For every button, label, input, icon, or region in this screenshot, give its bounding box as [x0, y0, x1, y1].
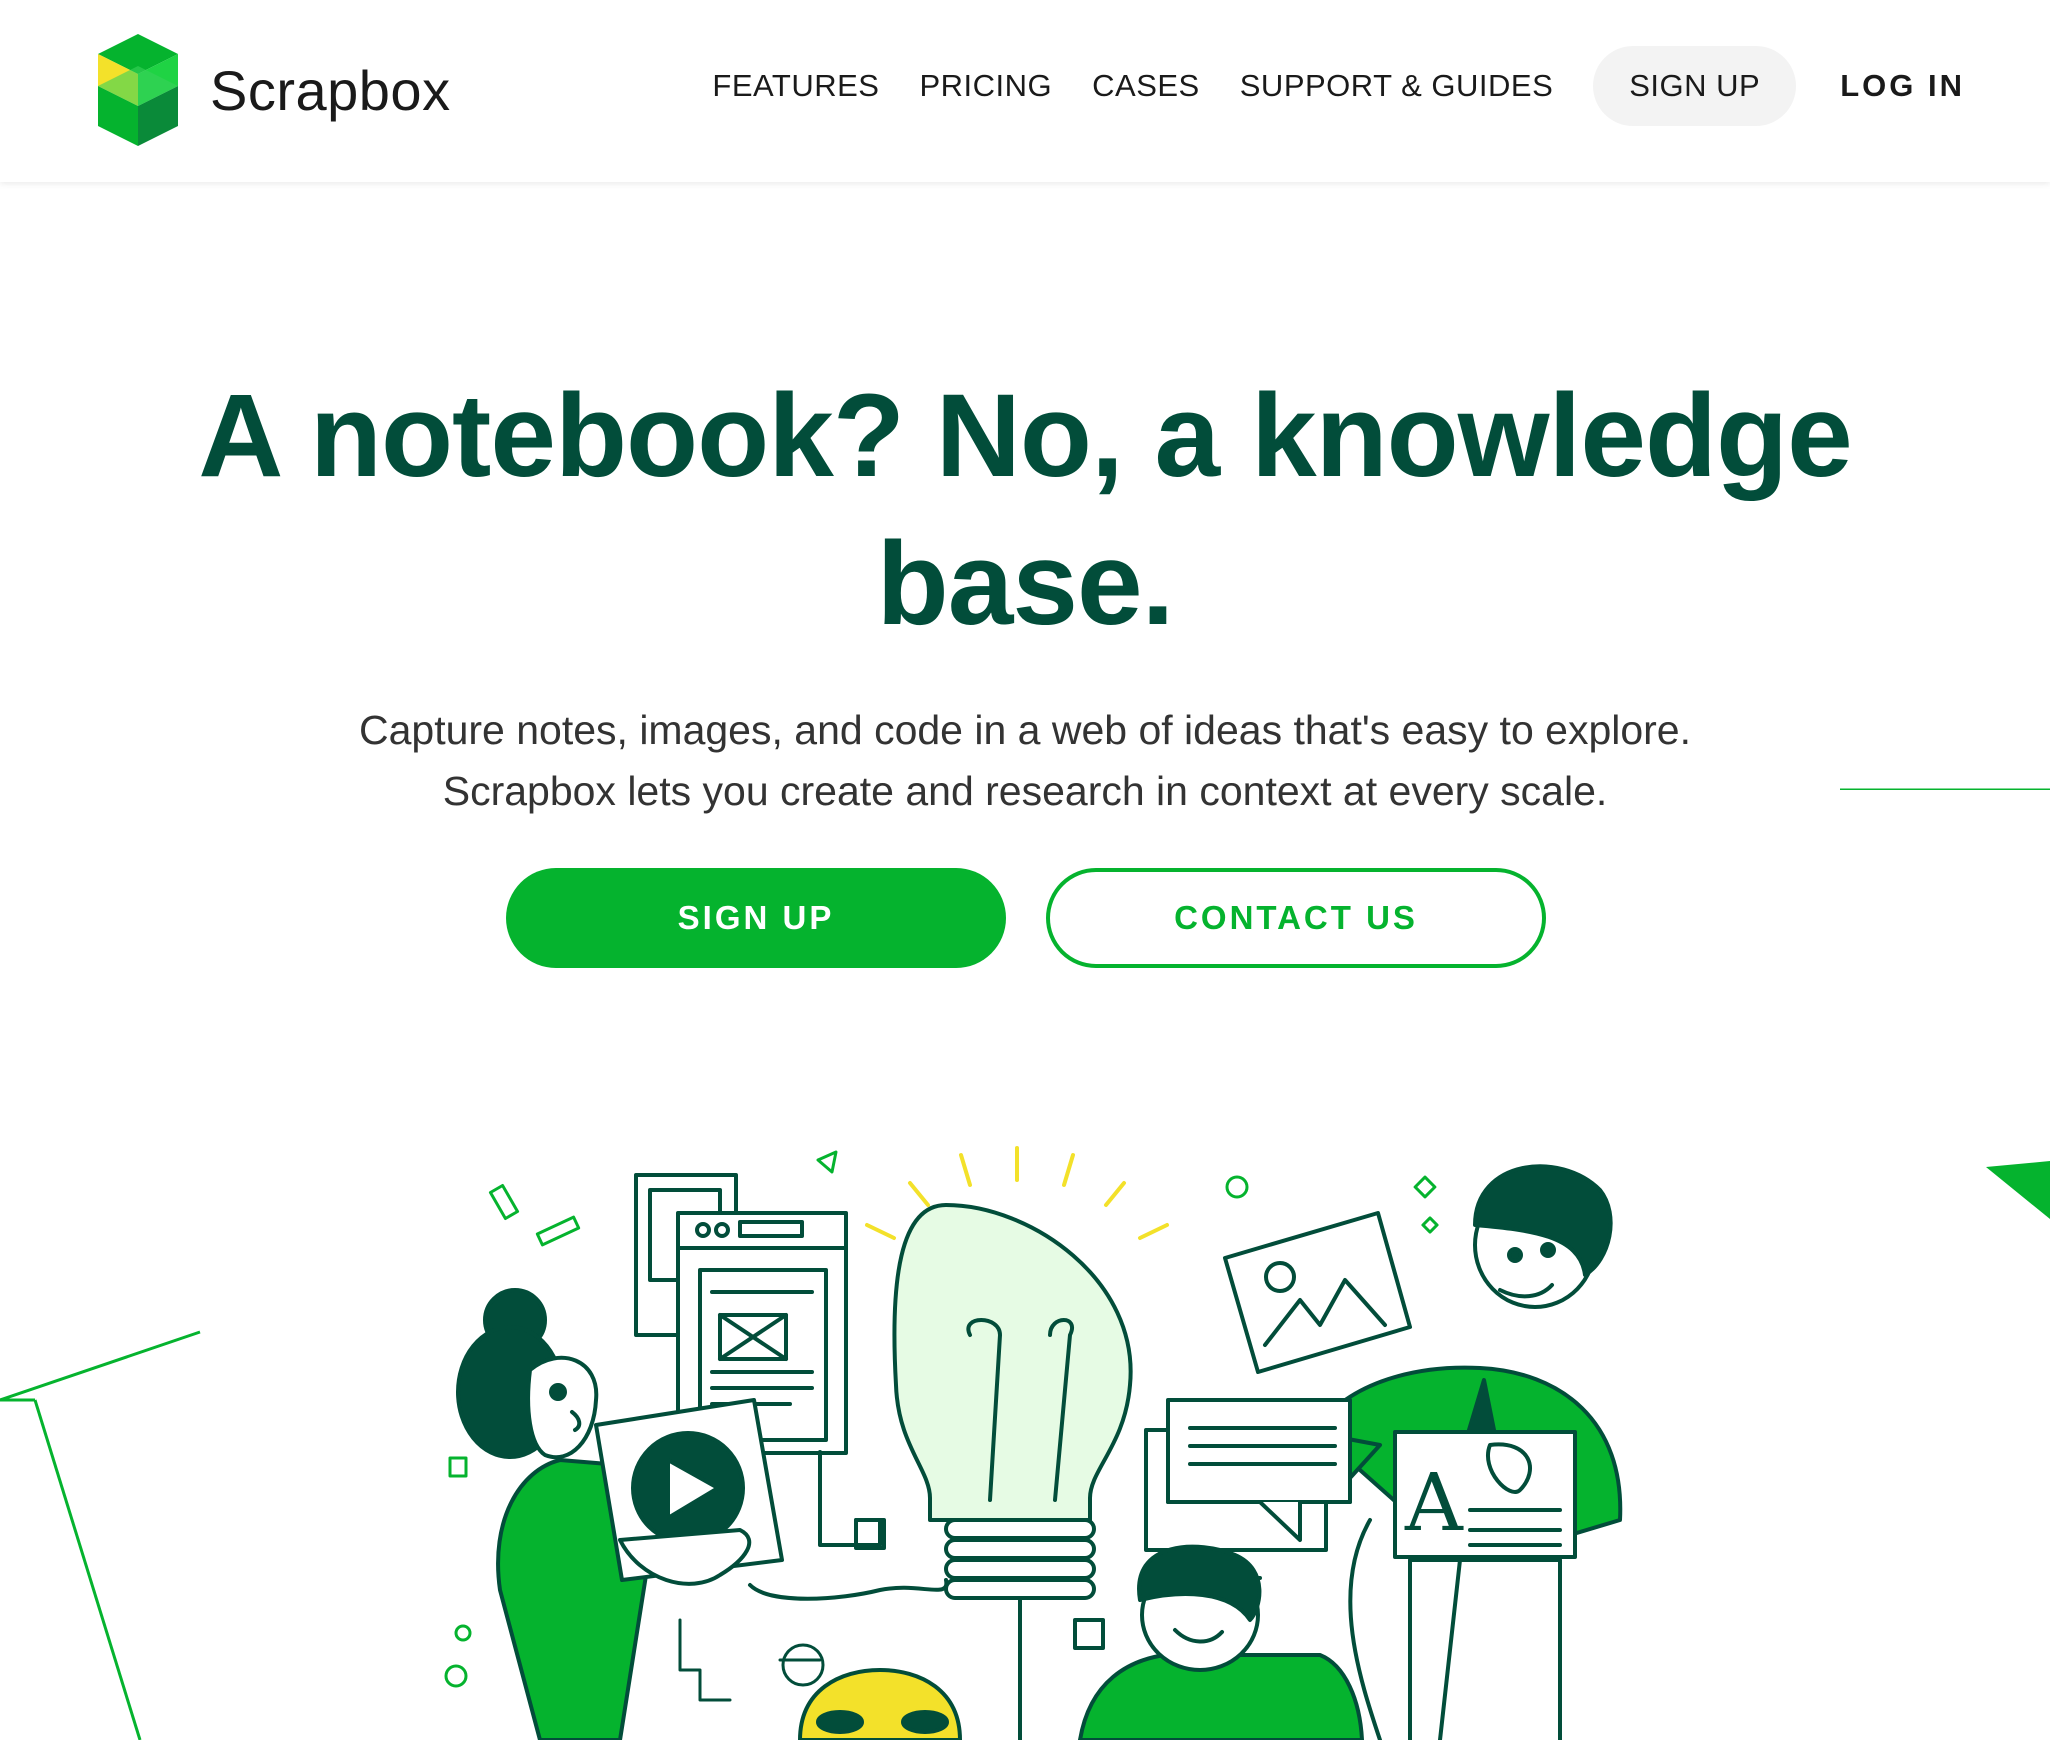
hero-title-line2: base.	[876, 518, 1175, 650]
lightbulb-icon	[892, 1203, 1133, 1740]
nav-support[interactable]: SUPPORT & GUIDES	[1240, 68, 1554, 104]
creature-figure	[798, 1668, 962, 1740]
main-nav: FEATURES PRICING CASES SUPPORT & GUIDES …	[712, 46, 1965, 126]
hero-title-line1: A notebook? No, a knowledge	[198, 370, 1852, 502]
child-figure	[1078, 1544, 1364, 1740]
hero-signup-button[interactable]: SIGN UP	[506, 868, 1006, 968]
hero-illustration: A	[444, 1146, 1623, 1740]
video-card	[594, 1398, 784, 1586]
brand-name[interactable]: Scrapbox	[210, 58, 451, 123]
nav-signup-button[interactable]: SIGN UP	[1593, 46, 1797, 126]
image-card	[1223, 1211, 1412, 1374]
nav-pricing[interactable]: PRICING	[919, 68, 1052, 104]
nav-login-link[interactable]: LOG IN	[1840, 68, 1965, 104]
decorative-line	[1840, 788, 2050, 790]
letter-card: A	[1393, 1430, 1577, 1559]
nav-features[interactable]: FEATURES	[712, 68, 879, 104]
hero-subtitle-line1: Capture notes, images, and code in a web…	[358, 707, 1692, 753]
site-header: Scrapbox FEATURES PRICING CASES SUPPORT …	[0, 0, 2050, 182]
hero-subtitle-line2: Scrapbox lets you create and research in…	[442, 768, 1608, 814]
svg-text:A: A	[1404, 1456, 1464, 1549]
scrapbox-logo-icon[interactable]	[98, 34, 178, 146]
hero-contact-button[interactable]: CONTACT US	[1046, 868, 1546, 968]
hero-subtitle: Capture notes, images, and code in a web…	[0, 700, 2050, 822]
nav-cases[interactable]: CASES	[1092, 68, 1200, 104]
hero-title: A notebook? No, a knowledge base.	[0, 362, 2050, 658]
chat-bubble-icon	[1144, 1398, 1352, 1552]
